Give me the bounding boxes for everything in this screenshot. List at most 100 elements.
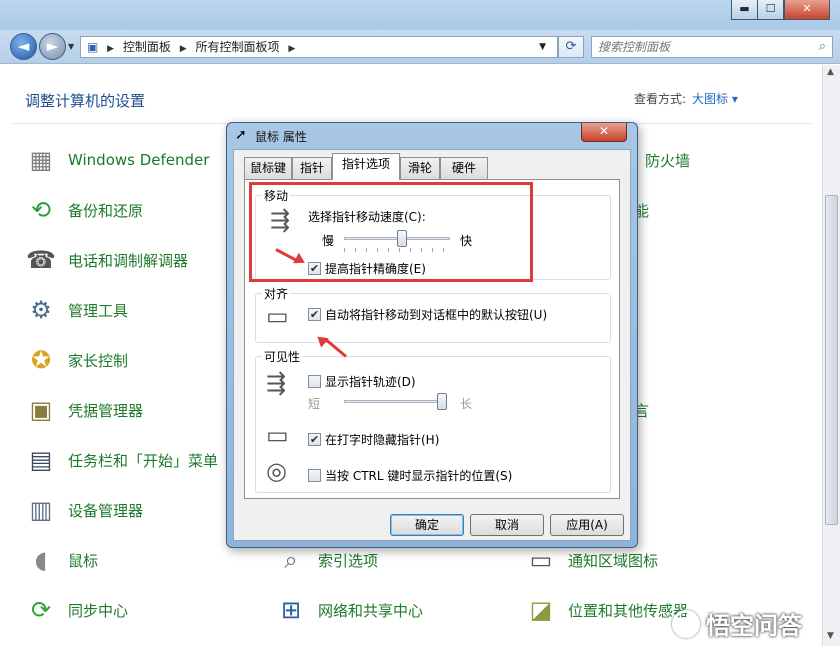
refresh-button[interactable]: ⟳ — [558, 36, 584, 58]
cp-item-windows-defender[interactable]: ▦ Windows Defender — [24, 142, 210, 178]
cp-item-taskbar[interactable]: ▤ 任务栏和「开始」菜单 — [24, 442, 218, 478]
breadcrumb-control-panel[interactable]: 控制面板 — [123, 40, 171, 54]
cp-item-device-manager[interactable]: ▥ 设备管理器 — [24, 492, 143, 528]
hide-pointer-icon: ▭ — [266, 421, 289, 449]
mouse-pointer-icon: ➚ — [235, 127, 247, 143]
dialog-title: 鼠标 属性 — [255, 130, 307, 144]
tab-wheel[interactable]: 滑轮 — [400, 157, 440, 179]
snap-to-default-checkbox[interactable]: ✔ 自动将指针移动到对话框中的默认按钮(U) — [308, 306, 547, 323]
search-box: ⌕ — [591, 36, 833, 58]
apply-button[interactable]: 应用(A) — [550, 514, 624, 536]
close-window-button[interactable]: ✕ — [784, 0, 830, 20]
back-button[interactable]: ◄ — [10, 33, 37, 60]
cp-item-label: 通知区域图标 — [568, 551, 659, 570]
snap-to-group: 对齐 ▭ ✔ 自动将指针移动到对话框中的默认按钮(U) — [255, 285, 611, 343]
snap-group-title: 对齐 — [262, 285, 291, 302]
sync-center-icon: ⟳ — [30, 596, 52, 624]
watermark: 悟空问答 — [672, 606, 802, 641]
pointer-trails-checkbox[interactable]: 显示指针轨迹(D) — [308, 373, 416, 390]
tab-pointer-options[interactable]: 指针选项 — [332, 153, 400, 180]
address-toolbar: ◄ ► ▼ ▣ ▶ 控制面板 ▶ 所有控制面板项 ▶ ▼ ⟳ ⌕ — [0, 30, 840, 64]
checkbox-box[interactable]: ✔ — [308, 433, 321, 446]
cp-item-label: 凭据管理器 — [68, 401, 144, 420]
hide-while-typing-checkbox[interactable]: ✔ 在打字时隐藏指针(H) — [308, 431, 439, 448]
ok-button[interactable]: 确定 — [390, 514, 464, 536]
cp-item-network[interactable]: ⊞ 网络和共享中心 — [274, 592, 423, 628]
checkbox-box[interactable]: ✔ — [308, 308, 321, 321]
cancel-button[interactable]: 取消 — [470, 514, 544, 536]
vertical-scrollbar[interactable]: ▲ ▼ — [822, 65, 840, 646]
control-panel-icon: ▣ — [87, 40, 99, 54]
breadcrumb-separator-icon: ▶ — [179, 44, 187, 54]
address-field[interactable]: ▣ ▶ 控制面板 ▶ 所有控制面板项 ▶ ▼ — [80, 36, 558, 58]
checkbox-box[interactable] — [308, 469, 321, 482]
cp-item-backup[interactable]: ⟲ 备份和还原 — [24, 192, 143, 228]
cp-item-firewall[interactable]: 防火墙 — [645, 142, 690, 178]
scrollbar-thumb[interactable] — [825, 195, 838, 525]
pointer-trails-icon: ⇶ — [266, 369, 287, 397]
breadcrumb-separator-icon: ▶ — [288, 44, 296, 54]
forward-button[interactable]: ► — [39, 33, 66, 60]
show-location-ctrl-label: 当按 CTRL 键时显示指针的位置(S) — [325, 469, 513, 483]
cp-item-label: 索引选项 — [318, 551, 379, 570]
cp-item-label: Windows Defender — [68, 151, 210, 169]
cp-item-label: 鼠标 — [68, 551, 99, 570]
phone-modem-icon: ☎ — [26, 246, 56, 274]
cp-item-label: 位置和其他传感器 — [568, 601, 689, 620]
view-by: 查看方式: 大图标 ▾ — [634, 90, 738, 107]
trail-slider-thumb[interactable] — [437, 393, 447, 410]
annotation-highlight-box — [249, 182, 533, 282]
scroll-down-icon[interactable]: ▼ — [827, 631, 834, 641]
wall-icon: ▦ — [29, 146, 53, 174]
cp-item-admin-tools[interactable]: ⚙ 管理工具 — [24, 292, 128, 328]
view-by-dropdown[interactable]: 大图标 ▾ — [692, 92, 738, 106]
cp-item-phone-modem[interactable]: ☎ 电话和调制解调器 — [24, 242, 188, 278]
cp-item-label: 设备管理器 — [68, 501, 144, 520]
cp-item-label: 防火墙 — [645, 151, 691, 170]
cp-item-label: 任务栏和「开始」菜单 — [68, 451, 219, 470]
taskbar-icon: ▤ — [29, 446, 53, 474]
cp-item-mouse[interactable]: ◖ 鼠标 — [24, 542, 98, 578]
notification-icon: ▭ — [529, 546, 553, 574]
snap-to-icon: ▭ — [266, 302, 289, 330]
snap-to-default-label: 自动将指针移动到对话框中的默认按钮(U) — [325, 308, 548, 322]
hide-while-typing-label: 在打字时隐藏指针(H) — [325, 433, 440, 447]
network-icon: ⊞ — [280, 596, 302, 624]
page-title: 调整计算机的设置 — [25, 92, 146, 110]
cp-item-label: 备份和还原 — [68, 201, 144, 220]
search-icon[interactable]: ⌕ — [819, 39, 826, 54]
address-dropdown-icon[interactable]: ▼ — [539, 37, 546, 57]
cp-item-credential-manager[interactable]: ▣ 凭据管理器 — [24, 392, 143, 428]
checkbox-box[interactable] — [308, 375, 321, 388]
cp-item-parental-control[interactable]: ✪ 家长控制 — [24, 342, 128, 378]
scroll-up-icon[interactable]: ▲ — [827, 67, 834, 77]
breadcrumb-separator-icon: ▶ — [107, 44, 115, 54]
tab-buttons[interactable]: 鼠标键 — [244, 157, 292, 179]
breadcrumb-all-items[interactable]: 所有控制面板项 — [196, 40, 280, 54]
cp-item-label: 网络和共享中心 — [318, 601, 424, 620]
view-by-label: 查看方式: — [634, 92, 687, 106]
watermark-text: 悟空问答 — [706, 612, 802, 640]
tab-hardware[interactable]: 硬件 — [440, 157, 488, 179]
window-titlebar: ▬ ☐ ✕ — [0, 0, 840, 30]
minimize-button[interactable]: ▬ — [731, 0, 758, 20]
tab-pointers[interactable]: 指针 — [292, 157, 332, 179]
trail-slider-track[interactable] — [344, 400, 442, 403]
cp-item-label: 管理工具 — [68, 301, 129, 320]
short-label: 短 — [308, 397, 321, 411]
watermark-logo-icon — [672, 609, 700, 638]
cp-item-label: 电话和调制解调器 — [68, 251, 189, 270]
dialog-close-button[interactable]: ✕ — [581, 123, 627, 142]
cp-item-label: 家长控制 — [68, 351, 129, 370]
mouse-icon: ◖ — [34, 546, 48, 574]
back-arrow-icon: ◄ — [17, 37, 30, 55]
show-location-icon: ◎ — [266, 457, 287, 485]
search-input[interactable] — [592, 37, 802, 57]
cp-item-sensors[interactable]: ◪ 位置和其他传感器 — [524, 592, 688, 628]
show-location-ctrl-checkbox[interactable]: 当按 CTRL 键时显示指针的位置(S) — [308, 467, 512, 484]
admin-tools-icon: ⚙ — [30, 296, 52, 324]
history-dropdown-icon[interactable]: ▼ — [68, 42, 74, 51]
cp-item-sync-center[interactable]: ⟳ 同步中心 — [24, 592, 128, 628]
maximize-button[interactable]: ☐ — [757, 0, 784, 20]
visibility-group-title: 可见性 — [262, 348, 303, 365]
